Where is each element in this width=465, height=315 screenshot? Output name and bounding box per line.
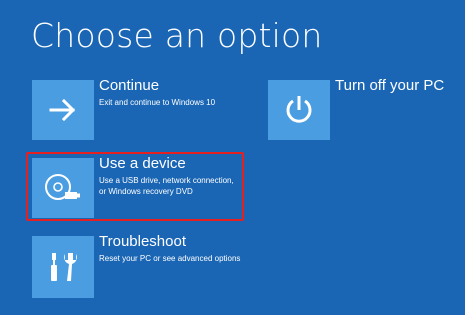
troubleshoot-description: Reset your PC or see advanced options — [99, 254, 241, 263]
troubleshoot-tile[interactable] — [32, 236, 94, 298]
troubleshoot-title: Troubleshoot — [99, 233, 186, 250]
continue-tile[interactable] — [32, 80, 94, 140]
use-device-option[interactable]: Use a device Use a USB drive, network co… — [32, 155, 242, 218]
turn-off-option[interactable]: Turn off your PC — [268, 77, 458, 140]
use-device-tile[interactable] — [32, 158, 94, 218]
turn-off-tile[interactable] — [268, 80, 330, 140]
continue-description: Exit and continue to Windows 10 — [99, 98, 216, 107]
use-device-description-line2: or Windows recovery DVD — [99, 187, 193, 196]
arrow-right-icon — [49, 98, 76, 122]
tools-icon — [51, 253, 77, 281]
use-device-title: Use a device — [99, 155, 186, 172]
turn-off-title: Turn off your PC — [335, 77, 445, 94]
disc-icon — [45, 174, 80, 200]
continue-option[interactable]: Continue Exit and continue to Windows 10 — [32, 77, 252, 140]
page-title: Choose an option — [31, 16, 323, 55]
power-icon — [286, 96, 312, 123]
use-device-description-line1: Use a USB drive, network connection, — [99, 176, 234, 185]
continue-title: Continue — [99, 77, 160, 94]
use-device-description: Use a USB drive, network connection, or … — [99, 175, 234, 197]
troubleshoot-option[interactable]: Troubleshoot Reset your PC or see advanc… — [32, 233, 262, 298]
